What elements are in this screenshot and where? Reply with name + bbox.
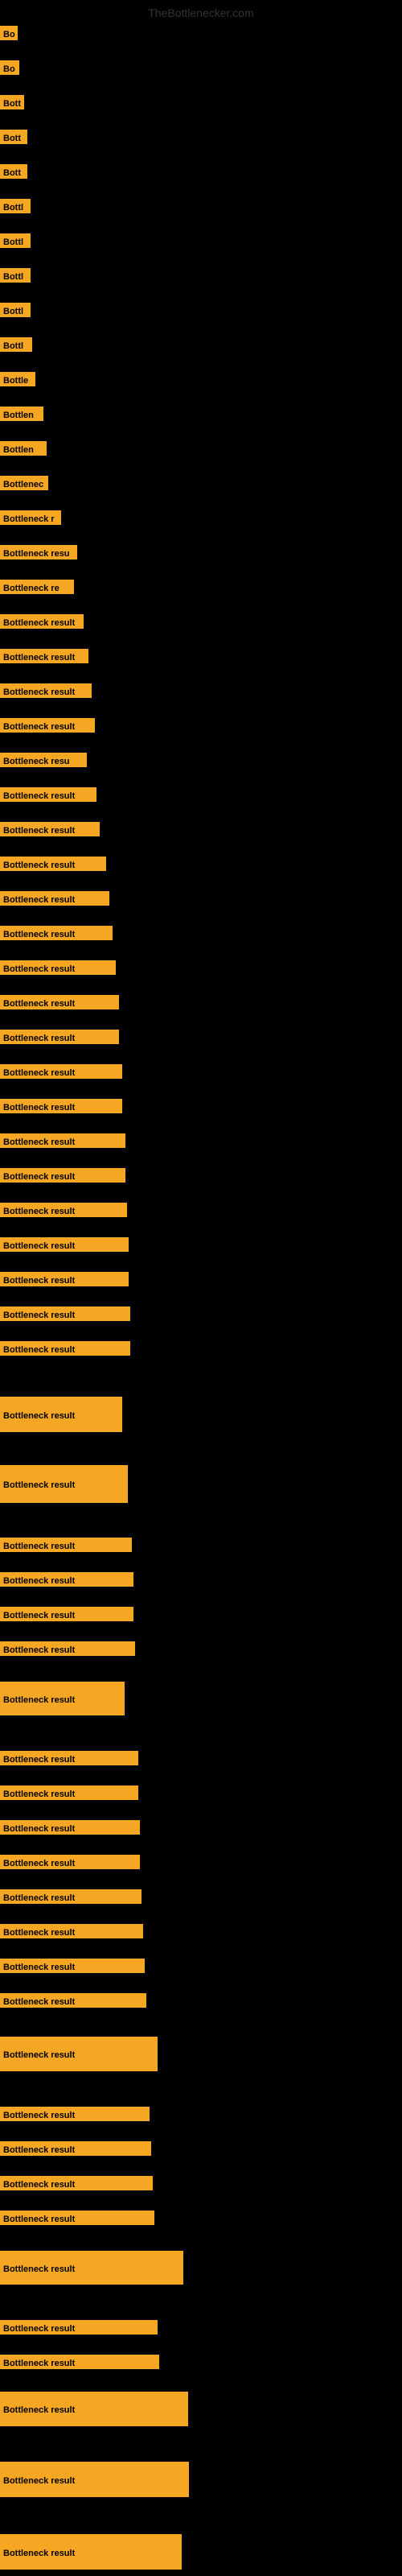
bottleneck-result-item: Bottleneck resu — [0, 753, 87, 767]
bottleneck-result-item: Bottl — [0, 268, 31, 283]
bottleneck-result-item: Bottleneck result — [0, 718, 95, 733]
bottleneck-result-item: Bottleneck result — [0, 1820, 140, 1835]
bottleneck-result-item: Bott — [0, 95, 24, 109]
bottleneck-result-item: Bo — [0, 26, 18, 40]
bottleneck-result-item: Bottleneck result — [0, 960, 116, 975]
bottleneck-result-item: Bottleneck result — [0, 2141, 151, 2156]
bottleneck-result-item: Bottleneck result — [0, 891, 109, 906]
bottleneck-result-item: Bottleneck result — [0, 2355, 159, 2369]
bottleneck-result-item: Bottl — [0, 233, 31, 248]
bottleneck-result-item: Bottleneck result — [0, 1959, 145, 1973]
bottleneck-result-item: Bottleneck result — [0, 2392, 188, 2426]
bottleneck-result-item: Bottleneck result — [0, 683, 92, 698]
bottleneck-result-item: Bottleneck result — [0, 1682, 125, 1715]
bottleneck-result-item: Bottleneck result — [0, 1237, 129, 1252]
bottleneck-result-item: Bottleneck result — [0, 1607, 133, 1621]
bottleneck-result-item: Bottleneck result — [0, 1203, 127, 1217]
bottleneck-result-item: Bottlen — [0, 407, 43, 421]
bottleneck-result-item: Bottleneck result — [0, 2462, 189, 2497]
bottleneck-result-item: Bottleneck result — [0, 1465, 128, 1503]
bottleneck-result-item: Bottle — [0, 372, 35, 386]
bottleneck-result-item: Bottleneck result — [0, 1030, 119, 1044]
bottleneck-result-item: Bottleneck result — [0, 1889, 142, 1904]
bottleneck-result-item: Bottleneck result — [0, 1272, 129, 1286]
bottleneck-result-item: Bottl — [0, 303, 31, 317]
bottleneck-result-item: Bottleneck result — [0, 1064, 122, 1079]
bottleneck-result-item: Bottlen — [0, 441, 47, 456]
bottleneck-result-item: Bottleneck result — [0, 1641, 135, 1656]
bottleneck-result-item: Bottleneck result — [0, 1924, 143, 1938]
bottleneck-result-item: Bottleneck result — [0, 649, 88, 663]
bottleneck-result-item: Bottleneck result — [0, 1341, 130, 1356]
bottleneck-result-item: Bottleneck result — [0, 1397, 122, 1432]
bottleneck-result-item: Bottleneck result — [0, 2211, 154, 2225]
bottleneck-result-item: Bottleneck result — [0, 1168, 125, 1183]
bottleneck-result-item: Bottleneck result — [0, 857, 106, 871]
bottleneck-result-item: Bottleneck result — [0, 2037, 158, 2071]
bottleneck-result-item: Bottleneck r — [0, 510, 61, 525]
bottleneck-result-item: Bottleneck result — [0, 822, 100, 836]
bottleneck-result-item: Bottl — [0, 337, 32, 352]
bottleneck-result-item: Bottleneck result — [0, 2251, 183, 2285]
bottleneck-result-item: Bottleneck result — [0, 995, 119, 1009]
site-title: TheBottlenecker.com — [148, 6, 254, 19]
bottleneck-result-item: Bottl — [0, 199, 31, 213]
bottleneck-result-item: Bottleneck result — [0, 1099, 122, 1113]
bottleneck-result-item: Bottleneck result — [0, 2534, 182, 2570]
bottleneck-result-item: Bottleneck result — [0, 1572, 133, 1587]
bottleneck-result-item: Bottleneck result — [0, 2176, 153, 2190]
bottleneck-result-item: Bottleneck result — [0, 787, 96, 802]
bottleneck-result-item: Bottleneck result — [0, 1538, 132, 1552]
bottleneck-result-item: Bottleneck result — [0, 1133, 125, 1148]
bottleneck-result-item: Bottleneck result — [0, 2320, 158, 2334]
bottleneck-result-item: Bottleneck result — [0, 614, 84, 629]
bottleneck-result-item: Bottleneck re — [0, 580, 74, 594]
bottleneck-result-item: Bottleneck result — [0, 1855, 140, 1869]
bottleneck-result-item: Bottleneck result — [0, 1785, 138, 1800]
bottleneck-result-item: Bottleneck result — [0, 1307, 130, 1321]
bottleneck-result-item: Bo — [0, 60, 19, 75]
bottleneck-result-item: Bottleneck result — [0, 1751, 138, 1765]
bottleneck-result-item: Bott — [0, 130, 27, 144]
bottleneck-result-item: Bottleneck result — [0, 2107, 150, 2121]
bottleneck-result-item: Bottleneck resu — [0, 545, 77, 559]
bottleneck-result-item: Bottleneck result — [0, 926, 113, 940]
bottleneck-result-item: Bottleneck result — [0, 1993, 146, 2008]
bottleneck-result-item: Bott — [0, 164, 27, 179]
bottleneck-result-item: Bottlenec — [0, 476, 48, 490]
